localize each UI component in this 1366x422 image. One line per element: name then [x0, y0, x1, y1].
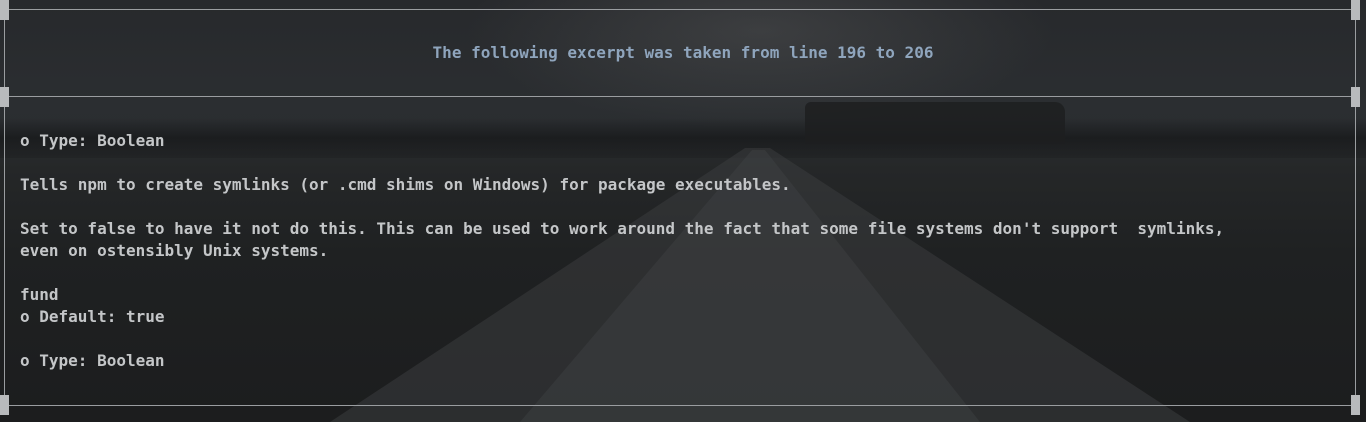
- resize-handle-middle-left[interactable]: [0, 87, 9, 107]
- excerpt-line: o Default: true: [20, 307, 165, 326]
- resize-handle-top-right[interactable]: [1351, 0, 1360, 20]
- excerpt-header-title: The following excerpt was taken from lin…: [432, 43, 934, 62]
- excerpt-line: [20, 152, 1224, 174]
- excerpt-line: Tells npm to create symlinks (or .cmd sh…: [20, 175, 791, 194]
- excerpt-line: Set to false to have it not do this. Thi…: [20, 219, 1225, 238]
- resize-handle-top-left[interactable]: [0, 0, 9, 20]
- resize-handle-bottom-left[interactable]: [0, 395, 9, 415]
- excerpt-line: [20, 196, 1224, 218]
- excerpt-line: o Type: Boolean: [20, 351, 165, 370]
- excerpt-line: [20, 328, 1224, 350]
- excerpt-line: [20, 262, 1224, 284]
- resize-handle-middle-right[interactable]: [1351, 87, 1360, 107]
- resize-handle-bottom-right[interactable]: [1351, 395, 1360, 415]
- excerpt-line: o Type: Boolean: [20, 131, 165, 150]
- excerpt-text: o Type: Boolean Tells npm to create syml…: [20, 130, 1224, 372]
- excerpt-line: fund: [20, 285, 59, 304]
- excerpt-line: even on ostensibly Unix systems.: [20, 241, 329, 260]
